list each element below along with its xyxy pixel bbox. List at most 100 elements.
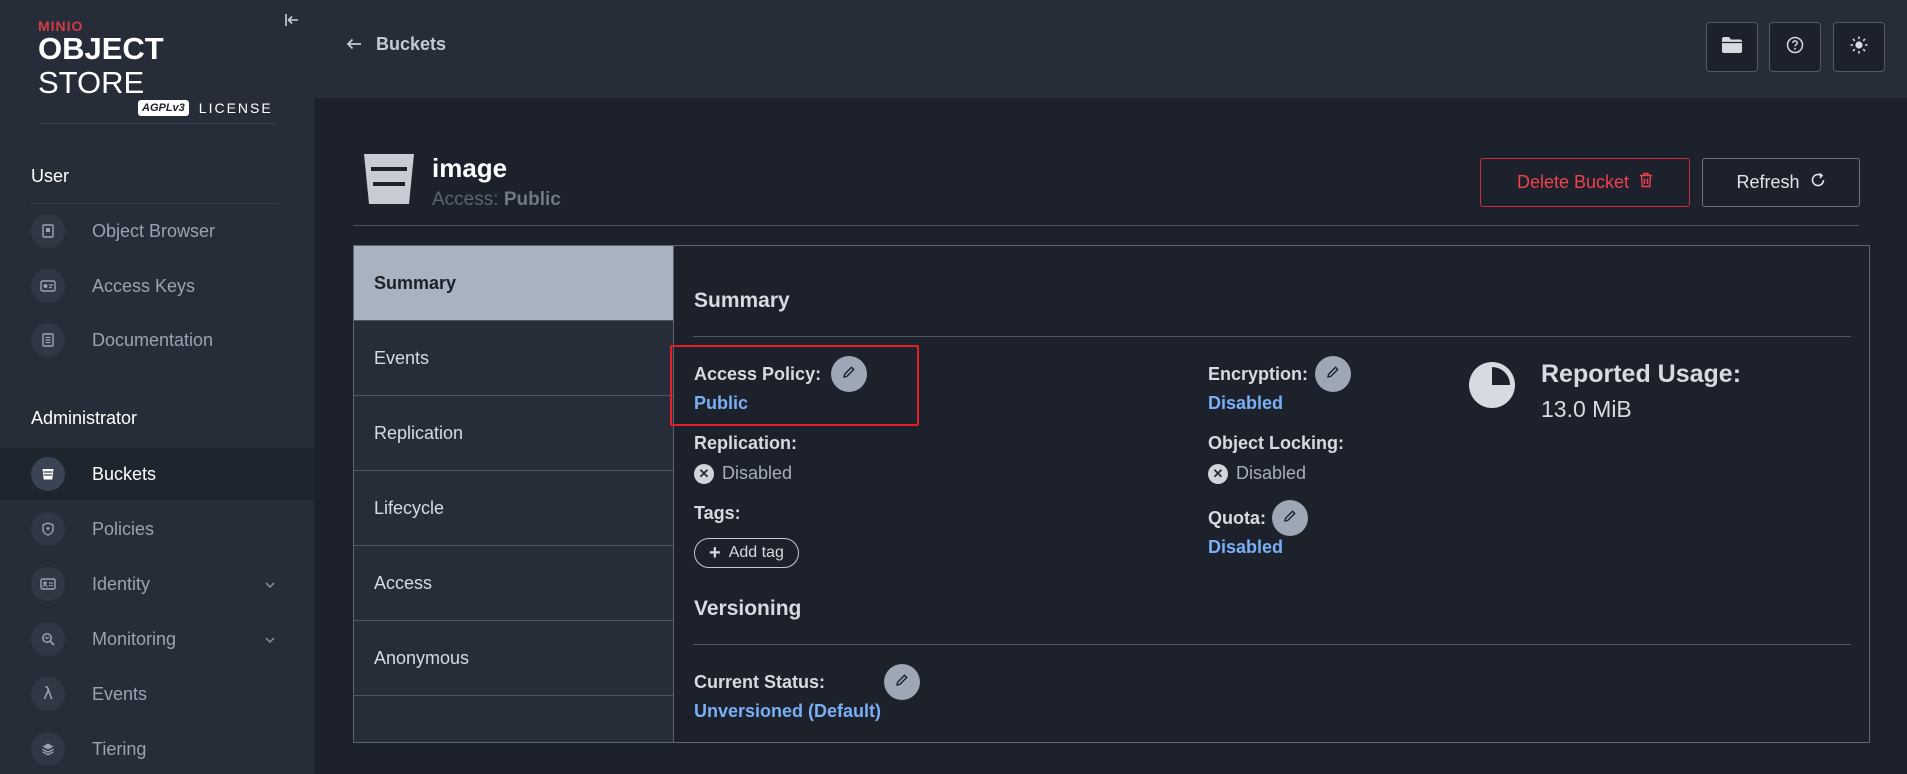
tiering-icon [31, 732, 65, 766]
section-rule [31, 203, 279, 204]
chevron-down-icon[interactable] [265, 632, 275, 646]
monitoring-icon [31, 622, 65, 656]
quota-label: Quota: [1208, 508, 1266, 528]
sidebar-item-label: Tiering [92, 738, 147, 759]
delete-bucket-label: Delete Bucket [1516, 172, 1630, 192]
tab-access[interactable]: Access [354, 546, 673, 621]
back-to-buckets-link[interactable]: Buckets [346, 34, 446, 55]
pencil-icon [1283, 509, 1297, 528]
tab-events[interactable]: Events [354, 321, 673, 396]
policies-icon [31, 512, 65, 546]
quota-value[interactable]: Disabled [1208, 537, 1283, 558]
edit-quota-button[interactable] [1272, 500, 1308, 536]
object-locking-label: Object Locking: [1208, 433, 1345, 453]
arrow-left-icon [346, 34, 362, 55]
identity-icon [31, 567, 65, 601]
close-circle-icon: ✕ [694, 463, 714, 484]
breadcrumb-label: Buckets [376, 34, 447, 54]
sun-icon [1849, 35, 1869, 60]
object-browser-icon [31, 214, 65, 248]
section-user: User [31, 166, 70, 186]
logo-product: OBJECT STORE [38, 31, 164, 100]
access-keys-icon [31, 269, 65, 303]
folder-icon [1721, 36, 1743, 59]
sidebar-item-label: Policies [92, 518, 155, 539]
folder-button[interactable] [1706, 22, 1758, 72]
bucket-large-icon [362, 152, 416, 204]
section-administrator: Administrator [31, 408, 138, 428]
refresh-label: Refresh [1736, 172, 1800, 192]
sidebar-item-policies[interactable]: Policies [0, 503, 314, 555]
bucket-access: Access: Public [432, 189, 561, 210]
sidebar-item-label: Buckets [92, 463, 157, 484]
sidebar-item-identity[interactable]: Identity [0, 558, 314, 610]
bucket-detail-panel: Summary Events Replication Lifecycle Acc… [353, 245, 1870, 743]
object-locking-value-text: Disabled [1236, 463, 1307, 483]
replication-value-text: Disabled [722, 463, 793, 483]
versioning-title: Versioning [694, 597, 802, 620]
theme-toggle-button[interactable] [1833, 22, 1885, 72]
tab-lifecycle[interactable]: Lifecycle [354, 471, 673, 546]
lambda-icon: λ [31, 677, 65, 711]
sidebar-item-monitoring[interactable]: Monitoring [0, 613, 314, 665]
encryption-label: Encryption: [1208, 364, 1309, 384]
replication-value: ✕ Disabled [694, 463, 792, 484]
highlight-box [670, 345, 919, 426]
current-status-label: Current Status: [694, 672, 826, 692]
tags-label: Tags: [694, 503, 741, 523]
sidebar-item-documentation[interactable]: Documentation [0, 314, 314, 366]
replication-label: Replication: [694, 433, 798, 453]
sidebar-item-label: Access Keys [92, 275, 196, 296]
add-tag-button[interactable]: + Add tag [694, 538, 799, 568]
tab-summary[interactable]: Summary [354, 246, 673, 321]
usage-pie-icon [1468, 361, 1516, 409]
collapse-sidebar-icon[interactable] [282, 10, 302, 30]
summary-content: Summary Access Policy: Public Replicatio… [670, 246, 1869, 742]
tab-replication[interactable]: Replication [354, 396, 673, 471]
sidebar-item-label: Identity [92, 573, 151, 594]
refresh-button[interactable]: Refresh [1702, 158, 1860, 207]
edit-versioning-button[interactable] [884, 664, 920, 700]
encryption-value[interactable]: Disabled [1208, 393, 1283, 414]
documentation-icon [31, 323, 65, 357]
header-divider [353, 225, 1859, 226]
sidebar-item-access-keys[interactable]: Access Keys [0, 260, 314, 312]
sidebar-item-label: Documentation [92, 329, 214, 350]
current-status-value[interactable]: Unversioned (Default) [694, 701, 881, 722]
edit-encryption-button[interactable] [1315, 356, 1351, 392]
pencil-icon [1326, 365, 1340, 384]
bucket-tabs: Summary Events Replication Lifecycle Acc… [354, 246, 674, 742]
logo-license: LICENSE [198, 100, 273, 116]
agpl-badge: AGPLv3 [138, 100, 189, 116]
bucket-icon [31, 457, 65, 491]
add-tag-label: Add tag [728, 544, 784, 561]
versioning-divider [693, 644, 1851, 645]
reported-usage-value: 13.0 MiB [1541, 396, 1632, 422]
top-bar: Buckets [314, 0, 1907, 98]
sidebar: MINIO OBJECT STORE AGPLv3 LICENSE User O… [0, 0, 314, 774]
object-locking-value: ✕ Disabled [1208, 463, 1306, 484]
sidebar-item-label: Object Browser [92, 220, 216, 241]
summary-divider [693, 336, 1851, 337]
minio-logo: MINIO OBJECT STORE AGPLv3 LICENSE [38, 18, 278, 116]
sidebar-item-events[interactable]: λ Events [0, 668, 314, 720]
plus-icon: + [709, 542, 721, 564]
close-circle-icon: ✕ [1208, 463, 1228, 484]
summary-title: Summary [694, 289, 790, 312]
sidebar-item-label: Monitoring [92, 628, 177, 649]
sidebar-item-tiering[interactable]: Tiering [0, 723, 314, 774]
sidebar-item-object-browser[interactable]: Object Browser [0, 205, 314, 257]
chevron-down-icon[interactable] [265, 577, 275, 591]
sidebar-item-label: Events [92, 683, 148, 704]
delete-bucket-button[interactable]: Delete Bucket [1480, 158, 1690, 207]
sidebar-divider [38, 123, 276, 124]
sidebar-item-buckets[interactable]: Buckets [0, 448, 314, 500]
refresh-icon [1810, 172, 1826, 193]
help-button[interactable] [1769, 22, 1821, 72]
pencil-icon [895, 673, 909, 692]
bucket-name: image [432, 153, 508, 183]
trash-icon [1639, 172, 1653, 193]
reported-usage-label: Reported Usage: [1541, 360, 1742, 388]
tab-anonymous[interactable]: Anonymous [354, 621, 673, 696]
help-icon [1786, 36, 1804, 59]
